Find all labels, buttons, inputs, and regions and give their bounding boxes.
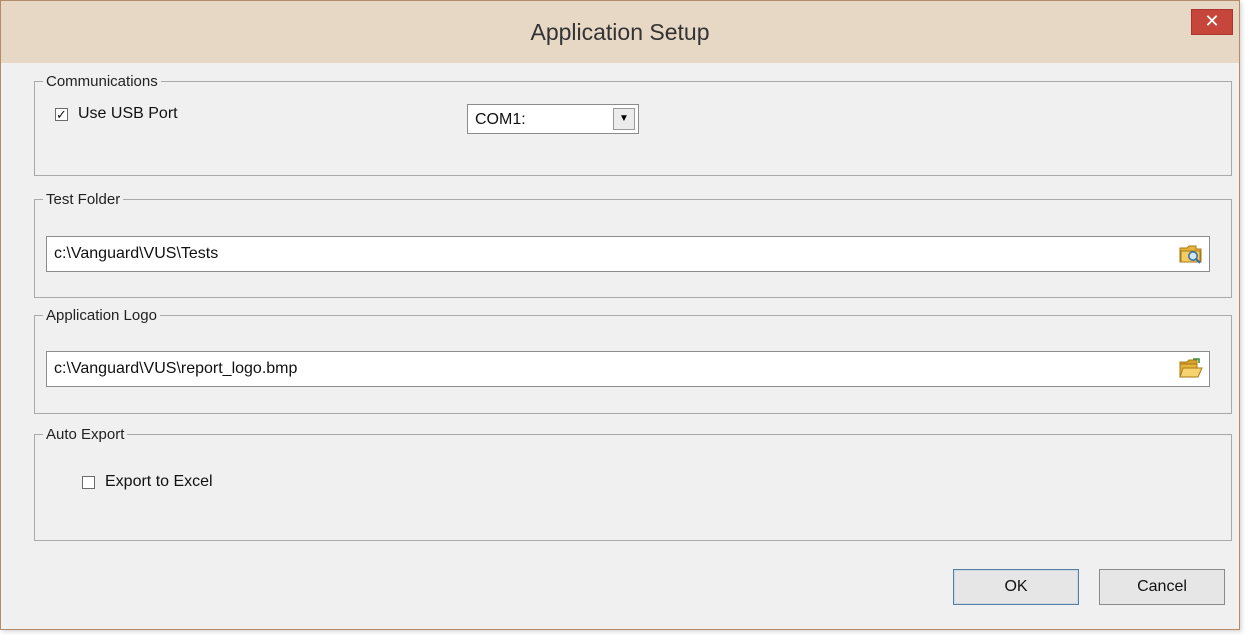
export-to-excel-check-box[interactable] [82, 475, 95, 489]
com-port-value: COM1: [475, 111, 526, 128]
window-title: Application Setup [530, 19, 710, 45]
folder-open-icon[interactable] [1179, 358, 1203, 380]
chevron-down-icon[interactable]: ▼ [613, 108, 635, 130]
use-usb-port-checkbox[interactable]: ✓ Use USB Port [55, 105, 178, 123]
export-to-excel-checkbox[interactable]: Export to Excel [82, 473, 213, 491]
auto-export-group: Auto Export [34, 426, 1232, 541]
application-setup-dialog: Application Setup ✕ Communications ✓ Use… [0, 0, 1240, 630]
test-folder-legend: Test Folder [46, 191, 121, 208]
com-port-select[interactable]: COM1: ▼ [467, 104, 639, 134]
application-logo-path-input[interactable]: c:\Vanguard\VUS\report_logo.bmp [46, 351, 1210, 387]
application-logo-legend: Application Logo [46, 307, 157, 324]
auto-export-legend: Auto Export [46, 426, 125, 443]
title-bar[interactable]: Application Setup ✕ [1, 1, 1239, 63]
folder-search-icon[interactable] [1179, 243, 1203, 265]
export-to-excel-label: Export to Excel [105, 473, 213, 490]
test-folder-path-value: c:\Vanguard\VUS\Tests [54, 245, 219, 262]
application-logo-path-value: c:\Vanguard\VUS\report_logo.bmp [54, 360, 298, 377]
communications-legend: Communications [46, 73, 158, 90]
test-folder-path-input[interactable]: c:\Vanguard\VUS\Tests [46, 236, 1210, 272]
use-usb-port-label: Use USB Port [78, 105, 178, 122]
cancel-button[interactable]: Cancel [1099, 569, 1225, 605]
ok-button[interactable]: OK [953, 569, 1079, 605]
close-button[interactable]: ✕ [1191, 9, 1233, 35]
dialog-client-area: Communications ✓ Use USB Port COM1: ▼ Te… [9, 63, 1232, 621]
use-usb-port-check-box[interactable]: ✓ [55, 107, 68, 121]
